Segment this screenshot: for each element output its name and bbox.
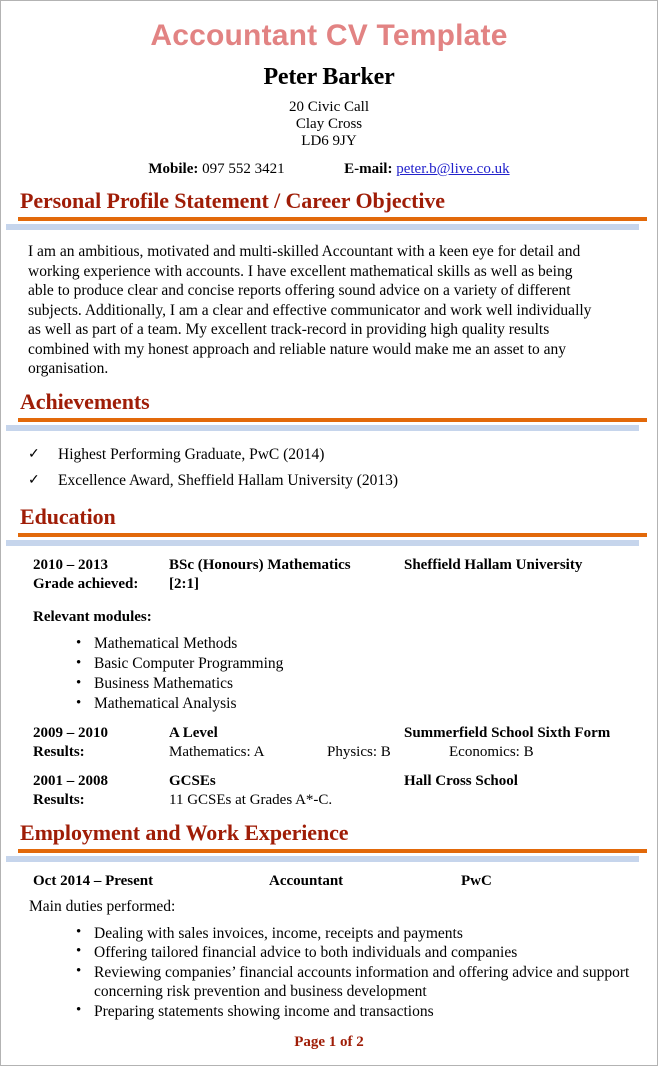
person-name: Peter Barker — [263, 64, 395, 90]
list-item: ✓ Highest Performing Graduate, PwC (2014… — [28, 442, 652, 468]
gcse-title: GCSEs — [169, 772, 216, 789]
employment-entry: Oct 2014 – Present Accountant PwC — [6, 872, 652, 891]
education-entry-gcse: 2001 – 2008 GCSEs Hall Cross School Resu… — [6, 772, 652, 810]
gcse-results-value: 11 GCSEs at Grades A*-C. — [169, 791, 333, 808]
check-icon: ✓ — [28, 446, 40, 462]
rule-blue — [6, 424, 639, 431]
rule-orange — [18, 417, 647, 422]
list-item: Preparing statements showing income and … — [76, 1001, 652, 1022]
achievements-list: ✓ Highest Performing Graduate, PwC (2014… — [6, 442, 652, 494]
section-heading-achievements: Achievements — [20, 388, 150, 414]
alevel-date: 2009 – 2010 — [33, 724, 108, 741]
achievement-text: Excellence Award, Sheffield Hallam Unive… — [58, 471, 399, 489]
section-employment: Employment and Work Experience Oct 2014 … — [6, 820, 652, 1022]
email-link[interactable]: peter.b@live.co.uk — [396, 161, 509, 177]
address-line-1: 20 Civic Call — [289, 99, 369, 115]
mobile-label: Mobile: — [148, 161, 199, 177]
cv-page: Accountant CV Template Peter Barker 20 C… — [0, 0, 658, 1066]
duties-list: Dealing with sales invoices, income, rec… — [6, 923, 652, 1022]
list-item: Basic Computer Programming — [76, 653, 652, 674]
list-item: Dealing with sales invoices, income, rec… — [76, 923, 652, 944]
alevel-result-2: Physics: B — [327, 743, 391, 760]
rule-blue — [6, 224, 639, 230]
section-heading-profile: Personal Profile Statement / Career Obje… — [20, 188, 445, 213]
grade-label: Grade achieved: — [33, 575, 139, 592]
email-label: E-mail: — [344, 161, 393, 177]
degree-title: BSc (Honours) Mathematics — [169, 556, 351, 573]
list-item: Business Mathematics — [76, 673, 652, 694]
section-heading-employment: Employment and Work Experience — [20, 819, 349, 845]
mobile-value: 097 552 3421 — [202, 161, 285, 177]
section-heading-education: Education — [20, 503, 116, 529]
list-item: Mathematical Analysis — [76, 693, 652, 714]
alevel-result-1: Mathematics: A — [169, 743, 265, 760]
relevant-modules-label: Relevant modules: — [33, 608, 152, 625]
address-line-3: LD6 9JY — [301, 133, 357, 149]
gcse-date: 2001 – 2008 — [33, 772, 108, 789]
achievement-text: Highest Performing Graduate, PwC (2014) — [58, 445, 325, 463]
page-inner: Accountant CV Template Peter Barker 20 C… — [1, 19, 657, 1021]
profile-text: I am an ambitious, motivated and multi-s… — [28, 243, 592, 377]
list-item: Offering tailored financial advice to bo… — [76, 942, 652, 963]
grade-value: [2:1] — [169, 575, 199, 592]
document-title: Accountant CV Template — [150, 19, 508, 52]
education-entry-alevel: 2009 – 2010 A Level Summerfield School S… — [6, 724, 652, 762]
rule-blue — [6, 855, 639, 862]
entry-row: 2010 – 2013 BSc (Honours) Mathematics Sh… — [33, 556, 652, 575]
degree-org: Sheffield Hallam University — [404, 556, 583, 573]
page-footer: Page 1 of 2 — [294, 1034, 364, 1050]
alevel-result-3: Economics: B — [449, 743, 534, 760]
job-org: PwC — [461, 872, 492, 889]
duties-label: Main duties performed: — [29, 897, 176, 915]
entry-row: Results: 11 GCSEs at Grades A*-C. — [33, 791, 652, 810]
list-item: Mathematical Methods — [76, 633, 652, 654]
entry-row: 2001 – 2008 GCSEs Hall Cross School — [33, 772, 652, 791]
rule-orange — [18, 532, 647, 537]
degree-date: 2010 – 2013 — [33, 556, 108, 573]
section-profile: Personal Profile Statement / Career Obje… — [6, 188, 652, 379]
check-icon: ✓ — [28, 472, 40, 488]
alevel-results-label: Results: — [33, 743, 85, 760]
gcse-results-label: Results: — [33, 791, 85, 808]
entry-row: Grade achieved: [2:1] — [33, 575, 652, 594]
job-title: Accountant — [269, 872, 344, 889]
address-block: 20 Civic Call Clay Cross LD6 9JY — [6, 99, 652, 150]
job-date: Oct 2014 – Present — [33, 872, 154, 889]
rule-blue — [6, 539, 639, 546]
entry-row: Oct 2014 – Present Accountant PwC — [33, 872, 652, 891]
rule-orange — [18, 848, 647, 853]
section-education: Education 2010 – 2013 BSc (Honours) Math… — [6, 504, 652, 810]
address-line-2: Clay Cross — [295, 116, 363, 132]
list-item: Reviewing companies’ financial accounts … — [76, 962, 652, 1002]
gcse-org: Hall Cross School — [404, 772, 518, 789]
alevel-org: Summerfield School Sixth Form — [404, 724, 611, 741]
modules-list: Mathematical Methods Basic Computer Prog… — [6, 633, 652, 714]
list-item: ✓ Excellence Award, Sheffield Hallam Uni… — [28, 468, 652, 494]
entry-row: 2009 – 2010 A Level Summerfield School S… — [33, 724, 652, 743]
education-entry-degree: 2010 – 2013 BSc (Honours) Mathematics Sh… — [6, 556, 652, 594]
section-achievements: Achievements ✓ Highest Performing Gradua… — [6, 389, 652, 494]
rule-orange — [18, 217, 647, 221]
entry-row: Results: Mathematics: A Physics: B Econo… — [33, 743, 652, 762]
alevel-title: A Level — [169, 724, 218, 741]
contact-row: Mobile: 097 552 3421 E-mail: peter.b@liv… — [6, 161, 652, 178]
